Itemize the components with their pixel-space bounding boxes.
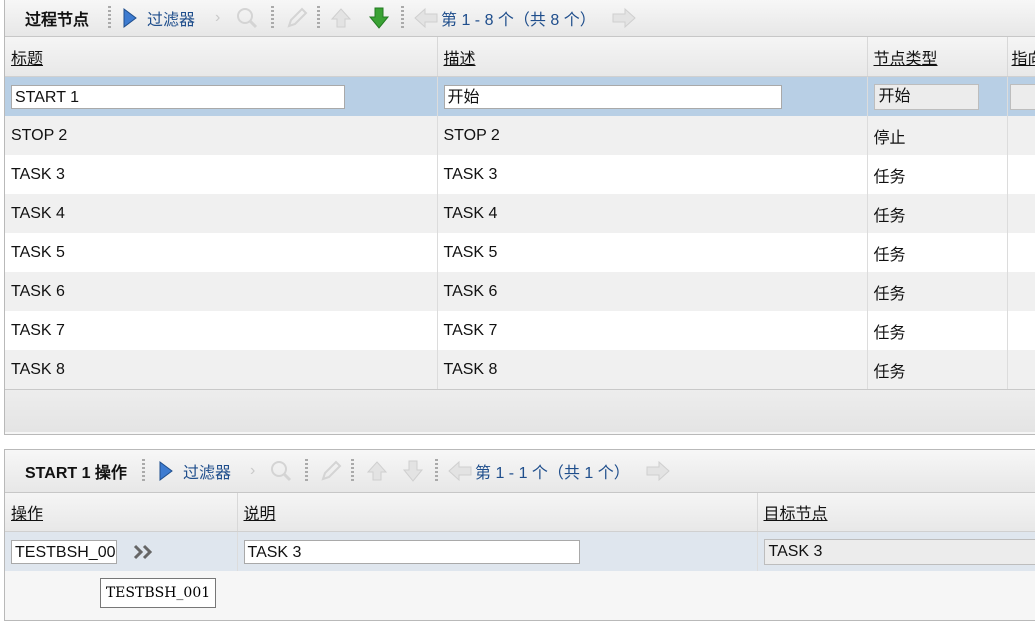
title-cell: START 1: [5, 77, 437, 117]
next-page-icon[interactable]: [611, 0, 637, 36]
table-row[interactable]: TASK 8 TASK 8 任务: [5, 350, 1035, 389]
target-cell: [1007, 77, 1035, 117]
search-icon[interactable]: [269, 450, 293, 492]
prev-page-icon[interactable]: [413, 0, 439, 36]
chevron-right-icon: ›: [250, 450, 255, 492]
node-type-cell: 任务: [867, 350, 1007, 389]
edit-icon[interactable]: [285, 0, 309, 36]
node-type-cell: 任务: [867, 272, 1007, 311]
table-row[interactable]: TASK 5 TASK 5 任务: [5, 233, 1035, 272]
toolbar-separator: [142, 459, 145, 483]
table-row[interactable]: TASK 3 TASK 3 任务: [5, 155, 1035, 194]
table-header-row: 标题 描述 节点类型 指向: [5, 37, 1035, 77]
process-nodes-table: 标题 描述 节点类型 指向 START 1 开始 开始 STOP 2 STOP …: [5, 37, 1035, 389]
toolbar-separator: [305, 459, 308, 483]
move-up-icon[interactable]: [365, 450, 389, 492]
title-cell: STOP 2: [5, 116, 437, 155]
edit-icon[interactable]: [319, 450, 343, 492]
column-header-action[interactable]: 操作: [5, 493, 237, 532]
column-header-target-node[interactable]: 目标节点: [757, 493, 1035, 532]
chevron-right-icon: ›: [215, 0, 220, 36]
node-type-cell: 任务: [867, 311, 1007, 350]
toolbar-separator: [317, 6, 320, 30]
action-cell: TESTBSH_001: [5, 532, 237, 572]
title-cell: TASK 6: [5, 272, 437, 311]
target-cell: [1007, 272, 1035, 311]
description-cell: 开始: [437, 77, 867, 117]
target-node-cell: TASK 3: [757, 532, 1035, 572]
panel-title: 过程节点: [25, 0, 89, 36]
description-cell: TASK 3: [437, 155, 867, 194]
prev-page-icon[interactable]: [447, 450, 473, 492]
target-cell: [1007, 350, 1035, 389]
double-chevron-right-icon[interactable]: [133, 544, 155, 560]
node-actions-toolbar: START 1 操作 过滤器 › 第 1 - 1 个（共 1 个）: [5, 450, 1035, 493]
description-cell: TASK 6: [437, 272, 867, 311]
node-actions-table: 操作 说明 目标节点 TESTBSH_001 TASK 3 TASK 3: [5, 493, 1035, 571]
table-header-row: 操作 说明 目标节点: [5, 493, 1035, 532]
filter-link[interactable]: 过滤器: [183, 450, 231, 492]
column-header-description[interactable]: 描述: [437, 37, 867, 77]
table-row[interactable]: STOP 2 STOP 2 停止: [5, 116, 1035, 155]
process-nodes-toolbar: 过程节点 过滤器 › 第 1 - 8 个（共 8 个）: [5, 0, 1035, 37]
move-down-icon[interactable]: [367, 0, 391, 36]
table-footer: [5, 389, 1035, 432]
search-icon[interactable]: [235, 0, 259, 36]
target-cell: [1007, 155, 1035, 194]
toolbar-separator: [435, 459, 438, 483]
target-cell: [1007, 311, 1035, 350]
title-cell: TASK 4: [5, 194, 437, 233]
target-cell: [1007, 116, 1035, 155]
next-page-icon[interactable]: [645, 450, 671, 492]
table-row-selected[interactable]: START 1 开始 开始: [5, 77, 1035, 117]
description-cell: TASK 4: [437, 194, 867, 233]
pager-text: 第 1 - 1 个（共 1 个）: [475, 450, 630, 492]
description-cell: TASK 8: [437, 350, 867, 389]
toolbar-separator: [271, 6, 274, 30]
node-type-cell: 任务: [867, 233, 1007, 272]
node-type-cell: 开始: [867, 77, 1007, 117]
description-input[interactable]: 开始: [444, 85, 782, 109]
table-row[interactable]: TASK 7 TASK 7 任务: [5, 311, 1035, 350]
target-cell: [1007, 233, 1035, 272]
column-header-title[interactable]: 标题: [5, 37, 437, 77]
title-cell: TASK 8: [5, 350, 437, 389]
node-type-cell: 任务: [867, 194, 1007, 233]
title-cell: TASK 7: [5, 311, 437, 350]
tooltip: TESTBSH_001: [100, 578, 216, 608]
table-row[interactable]: TASK 6 TASK 6 任务: [5, 272, 1035, 311]
target-select[interactable]: [1010, 84, 1035, 110]
filter-link[interactable]: 过滤器: [147, 0, 195, 36]
table-row-selected[interactable]: TESTBSH_001 TASK 3 TASK 3: [5, 532, 1035, 572]
title-cell: TASK 3: [5, 155, 437, 194]
filter-toggle-icon[interactable]: [123, 0, 137, 36]
toolbar-separator: [351, 459, 354, 483]
panel-title: START 1 操作: [25, 450, 127, 492]
move-up-icon[interactable]: [329, 0, 353, 36]
description-cell: TASK 7: [437, 311, 867, 350]
title-cell: TASK 5: [5, 233, 437, 272]
node-type-select[interactable]: 开始: [874, 84, 979, 110]
column-header-node-type[interactable]: 节点类型: [867, 37, 1007, 77]
filter-toggle-icon[interactable]: [159, 450, 173, 492]
description-cell: TASK 5: [437, 233, 867, 272]
toolbar-separator: [401, 6, 404, 30]
column-header-target[interactable]: 指向: [1007, 37, 1035, 77]
node-type-cell: 停止: [867, 116, 1007, 155]
target-node-select[interactable]: TASK 3: [764, 539, 1035, 565]
move-down-icon[interactable]: [401, 450, 425, 492]
target-cell: [1007, 194, 1035, 233]
table-row[interactable]: TASK 4 TASK 4 任务: [5, 194, 1035, 233]
process-nodes-panel: 过程节点 过滤器 › 第 1 - 8 个（共 8 个）: [4, 0, 1035, 435]
column-header-explanation[interactable]: 说明: [237, 493, 757, 532]
node-type-cell: 任务: [867, 155, 1007, 194]
toolbar-separator: [108, 6, 111, 30]
explanation-cell: TASK 3: [237, 532, 757, 572]
action-input[interactable]: TESTBSH_001: [11, 540, 117, 564]
description-cell: STOP 2: [437, 116, 867, 155]
explanation-input[interactable]: TASK 3: [244, 540, 580, 564]
title-input[interactable]: START 1: [11, 85, 345, 109]
pager-text: 第 1 - 8 个（共 8 个）: [441, 0, 596, 36]
